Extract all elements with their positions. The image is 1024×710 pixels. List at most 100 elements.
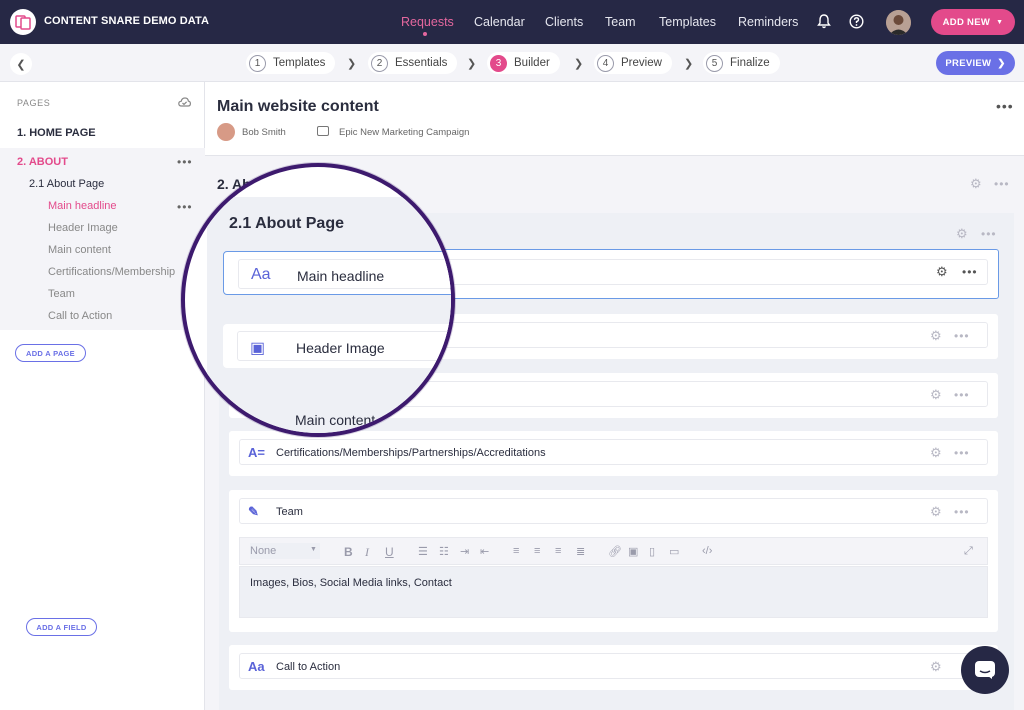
more-icon[interactable]: •••: [981, 227, 997, 241]
field-row: Aa Call to Action: [239, 653, 988, 679]
sidebar-page-home[interactable]: 1. HOME PAGE: [17, 127, 96, 139]
cloud-sync-icon[interactable]: [178, 96, 192, 110]
gear-icon[interactable]: ⚙: [930, 445, 942, 461]
field-certifications[interactable]: A= Certifications/Memberships/Partnershi…: [229, 431, 998, 476]
help-icon[interactable]: [849, 14, 864, 33]
text-field-icon: Aa: [248, 659, 265, 674]
rich-text-editor[interactable]: Images, Bios, Social Media links, Contac…: [239, 566, 988, 618]
rich-text-toolbar: None▼ B I U ☰ ☷ ⇥ ⇤ ≡ ≡ ≡ ≣ 🔗︎ ▣ ▯ ▭ ‹/: [239, 537, 988, 565]
page-title: Main website content: [217, 98, 379, 115]
nav-requests[interactable]: Requests: [401, 15, 454, 29]
back-button[interactable]: ❮: [10, 53, 32, 75]
magnified-field-label: Header Image: [296, 340, 385, 356]
caret-down-icon: ▼: [996, 18, 1004, 26]
justify-icon[interactable]: ≣: [576, 545, 585, 558]
add-new-button[interactable]: ADD NEW ▼: [931, 9, 1015, 35]
active-nav-indicator: [423, 32, 427, 36]
format-select-value: None: [250, 545, 277, 557]
step-label: Preview: [621, 57, 662, 69]
file-icon[interactable]: ▯: [649, 545, 655, 558]
nav-calendar[interactable]: Calendar: [474, 15, 525, 29]
more-icon[interactable]: •••: [177, 200, 193, 214]
sidebar-item-main-content[interactable]: Main content: [48, 244, 111, 256]
sidebar-item-team[interactable]: Team: [48, 288, 75, 300]
nav-reminders[interactable]: Reminders: [738, 15, 798, 29]
more-icon[interactable]: •••: [954, 446, 970, 460]
italic-icon[interactable]: I: [365, 545, 369, 560]
more-icon[interactable]: •••: [996, 98, 1014, 114]
text-field-icon: Aa: [251, 266, 271, 283]
step-label: Templates: [273, 57, 326, 69]
format-select[interactable]: None ▼: [250, 543, 320, 559]
indent-icon[interactable]: ⇥: [460, 545, 469, 558]
link-icon[interactable]: 🔗︎: [608, 545, 622, 558]
add-page-button[interactable]: ADD A PAGE: [15, 344, 86, 362]
gear-icon[interactable]: ⚙: [930, 504, 942, 520]
sidebar-page-about-group: [0, 148, 205, 330]
step-label: Essentials: [395, 57, 448, 69]
gear-icon[interactable]: ⚙: [970, 176, 982, 192]
numbered-list-icon[interactable]: ☷: [439, 545, 449, 558]
sidebar-item-main-headline[interactable]: Main headline: [48, 200, 117, 212]
preview-button[interactable]: PREVIEW ❯: [936, 51, 1015, 75]
gear-icon[interactable]: ⚙: [956, 226, 968, 242]
image-icon[interactable]: ▣: [628, 545, 638, 558]
magnified-subsection-title: 2.1 About Page: [229, 215, 344, 232]
campaign-link[interactable]: Epic New Marketing Campaign: [339, 127, 469, 138]
more-icon[interactable]: •••: [954, 388, 970, 402]
nav-templates[interactable]: Templates: [659, 15, 716, 29]
step-templates[interactable]: 1 Templates: [246, 52, 336, 74]
sidebar-item-header-image[interactable]: Header Image: [48, 222, 118, 234]
sidebar-item-certifications[interactable]: Certifications/Membership: [48, 266, 204, 278]
nav-team[interactable]: Team: [605, 15, 636, 29]
align-left-icon[interactable]: ≡: [513, 545, 519, 557]
outdent-icon[interactable]: ⇤: [480, 545, 489, 558]
bullet-list-icon[interactable]: ☰: [418, 545, 428, 558]
field-team[interactable]: ✎ Team ⚙ ••• None ▼ B I U ☰ ☷ ⇥ ⇤ ≡ ≡ ≡: [229, 490, 998, 632]
step-label: Finalize: [730, 57, 770, 69]
chevron-right-icon: ❯: [467, 58, 477, 70]
more-icon[interactable]: •••: [954, 505, 970, 519]
chevron-right-icon: ❯: [997, 57, 1006, 69]
field-label: Team: [276, 506, 303, 518]
more-icon[interactable]: •••: [962, 265, 978, 279]
top-navigation-bar: CONTENT SNARE DEMO DATA Requests Calenda…: [0, 0, 1024, 44]
bell-icon[interactable]: [817, 14, 831, 33]
sidebar-page-about[interactable]: 2. ABOUT: [17, 156, 68, 168]
chevron-right-icon: ❯: [574, 58, 584, 70]
bold-icon[interactable]: B: [344, 545, 353, 559]
add-field-button[interactable]: ADD A FIELD: [26, 618, 97, 636]
field-call-to-action[interactable]: Aa Call to Action ⚙: [229, 645, 998, 690]
sidebar-item-call-to-action[interactable]: Call to Action: [48, 310, 112, 322]
field-row: A= Certifications/Memberships/Partnershi…: [239, 439, 988, 465]
step-essentials[interactable]: 2 Essentials: [368, 52, 458, 74]
more-icon[interactable]: •••: [954, 329, 970, 343]
sidebar-subpage-about[interactable]: 2.1 About Page: [29, 178, 104, 190]
gear-icon[interactable]: ⚙: [930, 659, 942, 675]
gear-icon[interactable]: ⚙: [930, 387, 942, 403]
fullscreen-icon[interactable]: ⤢: [964, 545, 973, 558]
app-title: CONTENT SNARE DEMO DATA: [44, 15, 210, 27]
align-center-icon[interactable]: ≡: [534, 545, 540, 557]
step-preview[interactable]: 4 Preview: [594, 52, 672, 74]
step-label: Builder: [514, 57, 550, 69]
step-builder[interactable]: 3 Builder: [487, 52, 560, 74]
gear-icon[interactable]: ⚙: [936, 264, 948, 280]
step-finalize[interactable]: 5 Finalize: [703, 52, 780, 74]
video-icon[interactable]: ▭: [669, 545, 679, 558]
more-icon[interactable]: •••: [177, 155, 193, 169]
nav-clients[interactable]: Clients: [545, 15, 583, 29]
more-icon[interactable]: •••: [994, 177, 1010, 191]
align-right-icon[interactable]: ≡: [555, 545, 561, 557]
code-icon[interactable]: ‹/›: [702, 545, 712, 557]
gear-icon[interactable]: ⚙: [930, 328, 942, 344]
step-number: 2: [371, 54, 388, 72]
caret-down-icon: ▼: [310, 546, 317, 553]
underline-icon[interactable]: U: [385, 545, 394, 559]
chat-launcher-button[interactable]: [961, 646, 1009, 694]
chevron-right-icon: ❯: [684, 58, 694, 70]
preview-label: PREVIEW: [945, 57, 992, 69]
app-logo-icon[interactable]: [10, 9, 36, 35]
author-name: Bob Smith: [242, 127, 286, 138]
user-avatar[interactable]: [886, 10, 911, 35]
